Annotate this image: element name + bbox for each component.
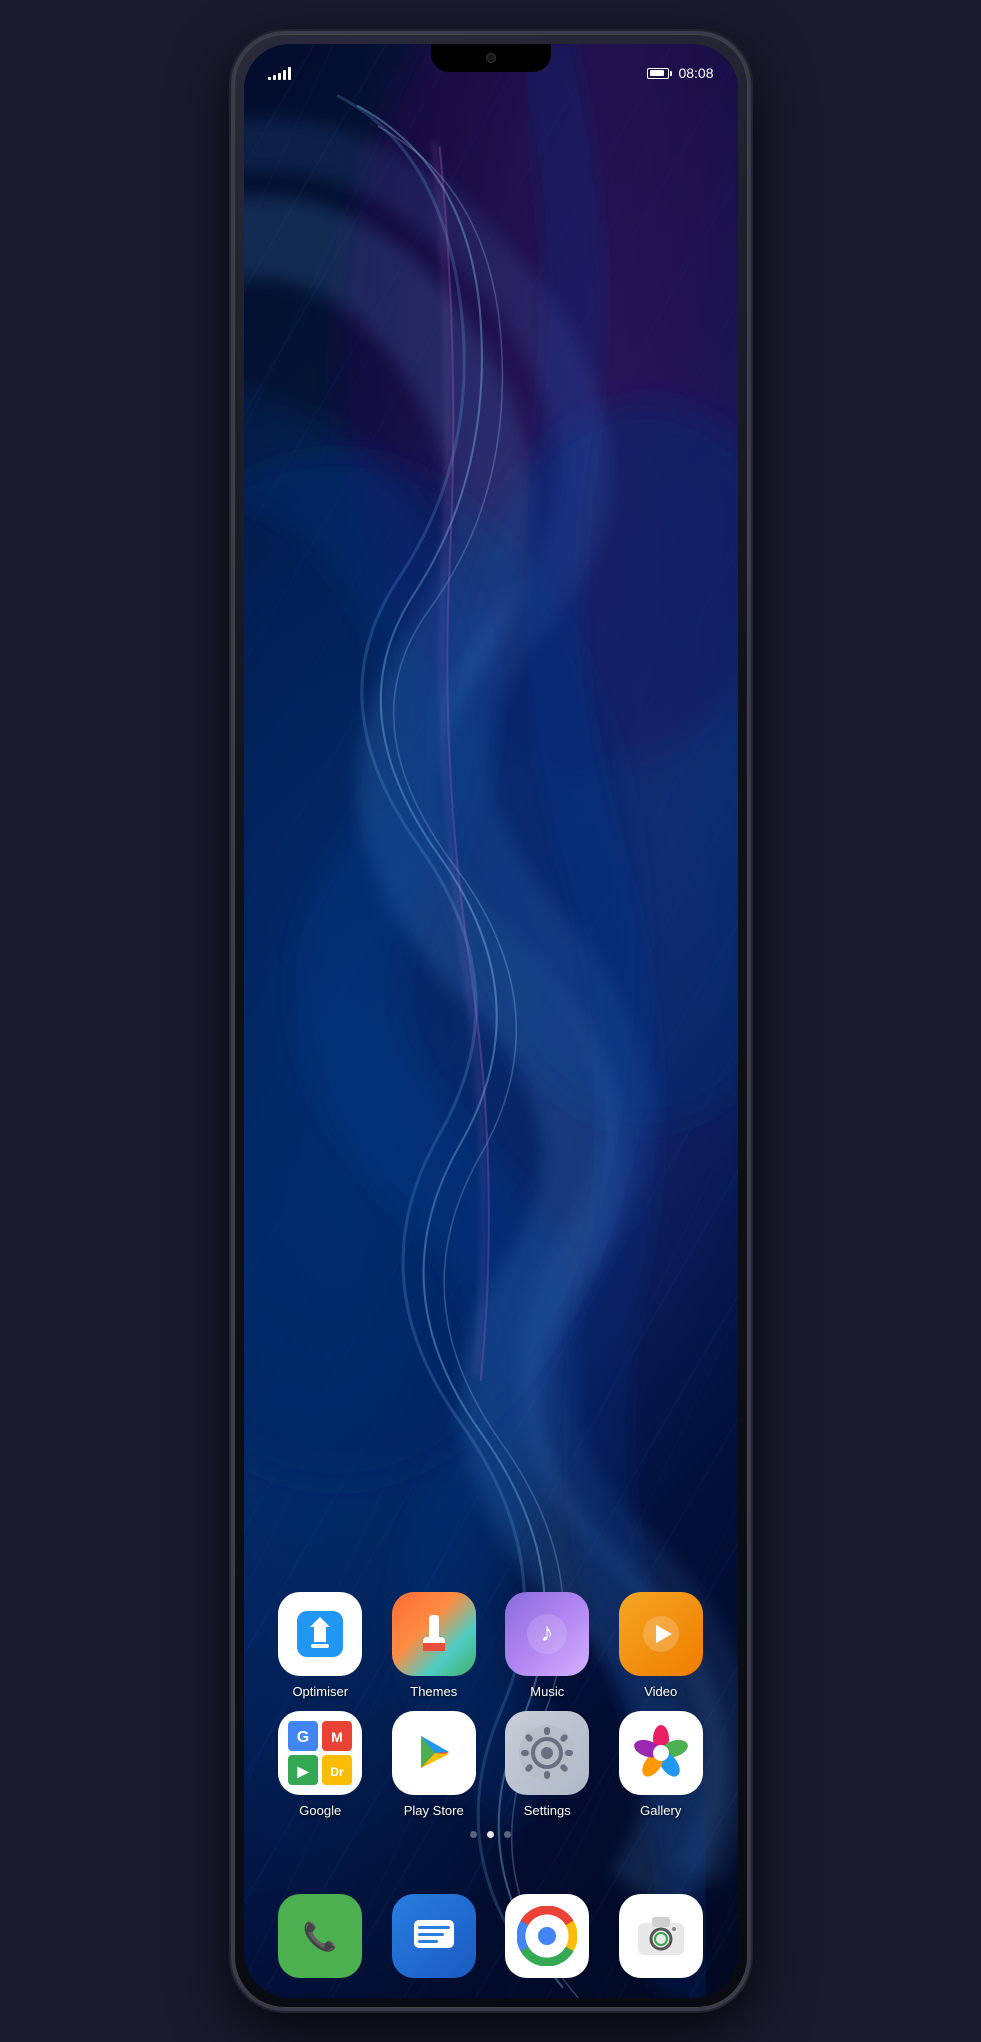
app-grid: Optimiser [244, 1592, 738, 1818]
messages-icon [392, 1894, 476, 1978]
time-display: 08:08 [678, 65, 713, 81]
signal-bar-3 [278, 73, 281, 80]
camera-icon [619, 1894, 703, 1978]
volume-up-button[interactable] [749, 454, 751, 514]
app-themes[interactable]: Themes [384, 1592, 484, 1699]
page-dots [244, 1831, 738, 1838]
signal-bar-2 [273, 75, 276, 80]
battery-fill [650, 70, 664, 76]
dock-chrome[interactable] [505, 1894, 589, 1978]
svg-text:📞: 📞 [303, 1918, 338, 1953]
dock-messages[interactable] [392, 1894, 476, 1978]
svg-text:▶: ▶ [297, 1763, 310, 1779]
app-video[interactable]: Video [611, 1592, 711, 1699]
phone-screen: 08:08 Optimiser [244, 44, 738, 1998]
google-icon: G M ▶ Dr [278, 1711, 362, 1795]
signal-bar-4 [283, 70, 286, 80]
google-label: Google [299, 1803, 341, 1818]
app-dock: 📞 [244, 1894, 738, 1978]
music-icon: ♪ [505, 1592, 589, 1676]
dock-camera[interactable] [619, 1894, 703, 1978]
dock-phone[interactable]: 📞 [278, 1894, 362, 1978]
svg-text:♪: ♪ [541, 1617, 554, 1647]
signal-bar-5 [288, 67, 291, 80]
status-right: 08:08 [647, 65, 713, 81]
front-camera [486, 53, 496, 63]
app-music[interactable]: ♪ Music [497, 1592, 597, 1699]
svg-text:Dr: Dr [331, 1765, 345, 1779]
battery-tip [670, 71, 672, 76]
playstore-icon [392, 1711, 476, 1795]
page-dot-3[interactable] [504, 1831, 511, 1838]
battery-body [647, 68, 669, 79]
playstore-label: Play Store [404, 1803, 464, 1818]
gallery-label: Gallery [640, 1803, 681, 1818]
app-row-2: G M ▶ Dr Google [264, 1711, 718, 1818]
battery-icon [647, 68, 672, 79]
page-dot-1[interactable] [470, 1831, 477, 1838]
chrome-icon [505, 1894, 589, 1978]
app-playstore[interactable]: Play Store [384, 1711, 484, 1818]
app-google[interactable]: G M ▶ Dr Google [270, 1711, 370, 1818]
page-dot-2[interactable] [487, 1831, 494, 1838]
themes-label: Themes [410, 1684, 457, 1699]
gallery-icon [619, 1711, 703, 1795]
themes-icon [392, 1592, 476, 1676]
signal-indicator [268, 66, 291, 80]
video-icon [619, 1592, 703, 1676]
settings-icon [505, 1711, 589, 1795]
phone-icon: 📞 [278, 1894, 362, 1978]
optimiser-label: Optimiser [292, 1684, 348, 1699]
svg-text:G: G [297, 1729, 309, 1746]
phone-device: 08:08 Optimiser [231, 31, 751, 2011]
volume-down-button[interactable] [749, 534, 751, 624]
video-label: Video [644, 1684, 677, 1699]
signal-bars [268, 66, 291, 80]
app-row-1: Optimiser [264, 1592, 718, 1699]
app-gallery[interactable]: Gallery [611, 1711, 711, 1818]
app-optimiser[interactable]: Optimiser [270, 1592, 370, 1699]
notch [431, 44, 551, 72]
optimiser-icon [278, 1592, 362, 1676]
app-settings[interactable]: Settings [497, 1711, 597, 1818]
signal-bar-1 [268, 77, 271, 80]
settings-label: Settings [524, 1803, 571, 1818]
svg-text:M: M [331, 1729, 343, 1745]
music-label: Music [530, 1684, 564, 1699]
